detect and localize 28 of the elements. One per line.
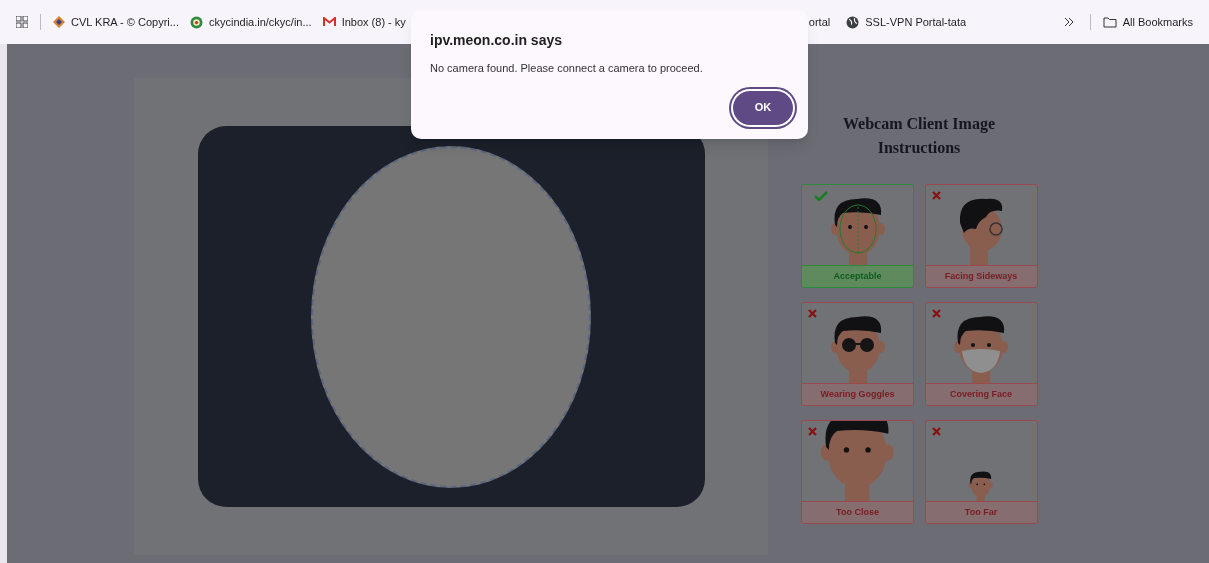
chevron-double-icon[interactable] (1063, 17, 1074, 27)
logo-icon (53, 16, 65, 28)
cross-icon (808, 309, 817, 318)
card-label: Too Close (802, 501, 913, 523)
card-label: Too Far (925, 501, 1037, 523)
checkmark-icon (814, 191, 828, 201)
dialog-title: ipv.meon.co.in says (430, 31, 563, 50)
cross-icon (931, 309, 941, 318)
cross-icon (808, 427, 817, 436)
all-bookmarks-link[interactable]: All Bookmarks (1102, 13, 1193, 31)
bookmark-link[interactable]: CVL KRA - © Copyri... (53, 13, 179, 31)
instructions-title: Webcam Client Image Instructions (842, 114, 996, 158)
globe-icon (846, 15, 860, 29)
card-label: Covering Face (925, 383, 1037, 405)
bookmark-link[interactable]: SSL-VPN Portal-tata (846, 13, 967, 31)
dialog-message: No camera found. Please connect a camera to proceed. (430, 61, 704, 76)
card-label: Acceptable (802, 265, 913, 287)
site-icon (189, 15, 203, 29)
card-label: Wearing Goggles (802, 383, 913, 405)
folder-icon (1102, 16, 1117, 28)
bookmark-link[interactable]: ckycindia.in/ckyc/in... (189, 13, 312, 31)
cross-icon (931, 427, 941, 436)
card-label: Facing Sideways (925, 265, 1037, 287)
cross-icon (931, 191, 941, 200)
mail-icon (322, 17, 336, 27)
bookmark-link[interactable]: ortal (808, 13, 831, 31)
apps-grid-icon[interactable] (16, 16, 28, 28)
bookmark-link[interactable]: Inbox (8) - ky (322, 13, 406, 31)
